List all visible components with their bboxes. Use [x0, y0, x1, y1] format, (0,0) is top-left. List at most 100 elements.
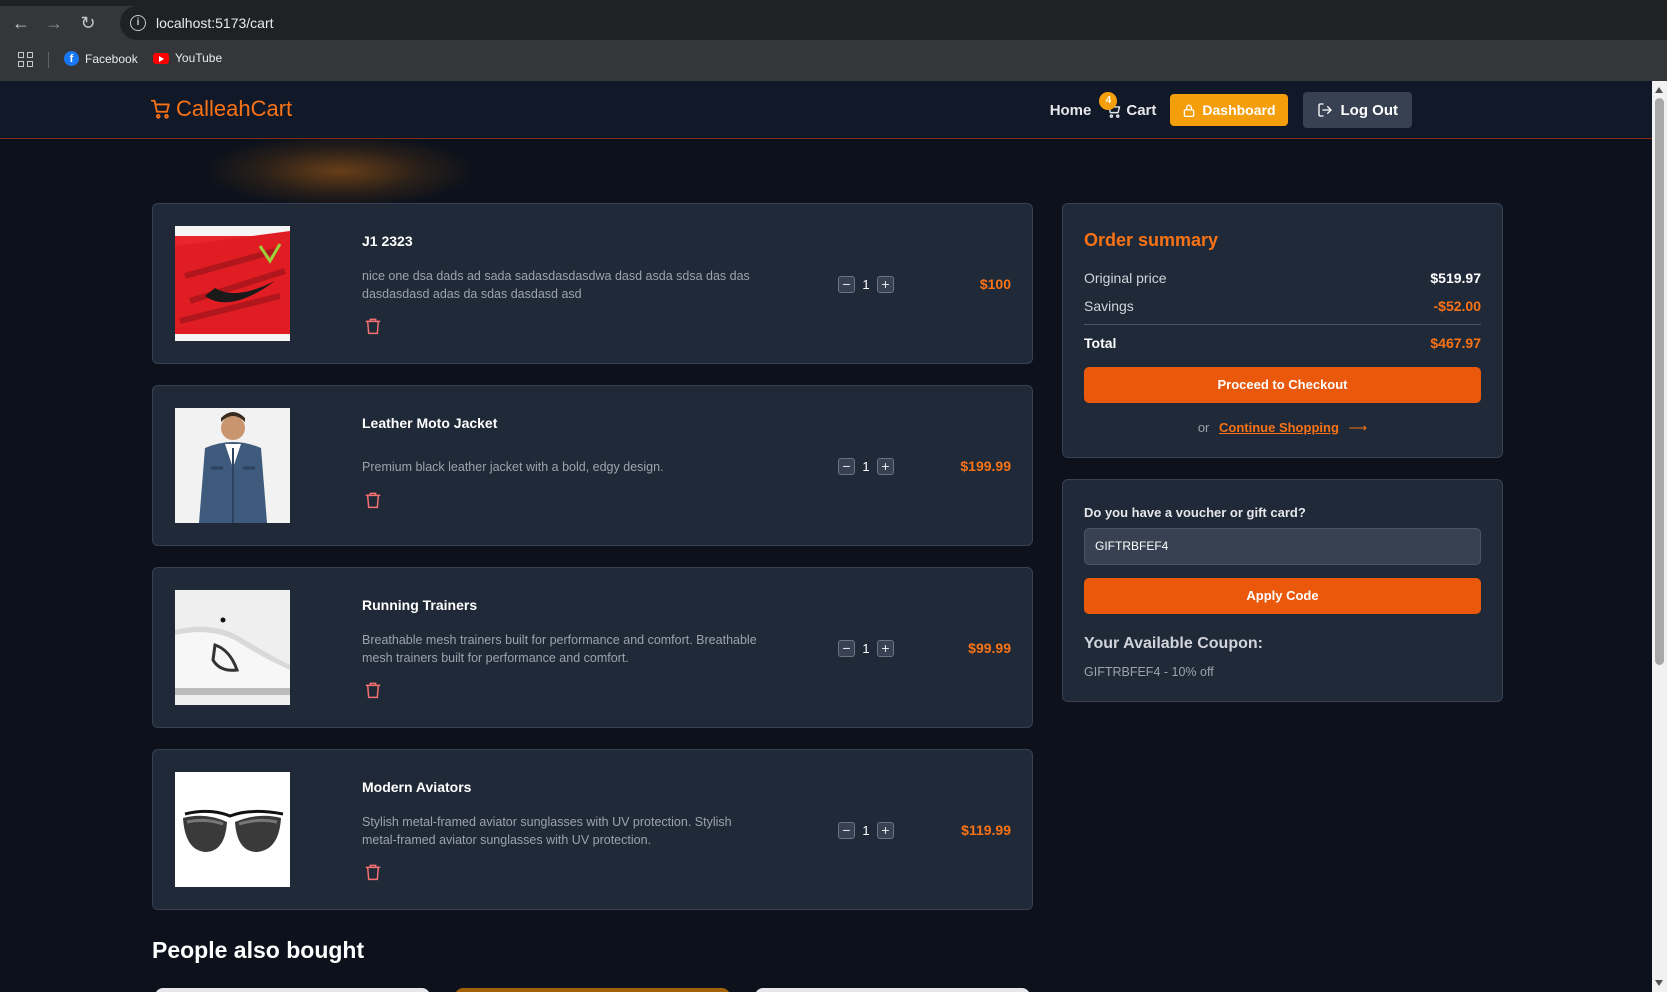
browser-chrome: ← → ↻ i localhost:5173/cart f Facebook Y…: [0, 0, 1667, 81]
bookmark-facebook-label: Facebook: [85, 51, 138, 66]
bookmark-youtube-label: YouTube: [175, 51, 223, 65]
increase-quantity-button[interactable]: +: [877, 822, 894, 839]
scrollbar-thumb[interactable]: [1655, 98, 1664, 665]
site-info-icon[interactable]: i: [130, 15, 146, 31]
item-price: $100: [979, 276, 1011, 292]
increase-quantity-button[interactable]: +: [877, 458, 894, 475]
item-price: $119.99: [961, 822, 1011, 838]
youtube-icon: [153, 52, 169, 64]
item-name[interactable]: J1 2323: [362, 233, 413, 249]
aviator-sunglasses-image[interactable]: [175, 772, 290, 887]
summary-divider: [1084, 324, 1481, 325]
total-row: Total $467.97: [1084, 335, 1481, 351]
increase-quantity-button[interactable]: +: [877, 640, 894, 657]
cart-logo-icon: [150, 99, 170, 119]
main-nav: Home 4 Cart Dashboard Log Out: [1050, 91, 1412, 128]
background-glow: [210, 136, 470, 206]
brand-name: CalleahCart: [176, 96, 293, 121]
quantity-value: 1: [862, 641, 870, 656]
cart-item: Modern Aviators Stylish metal-framed avi…: [152, 749, 1033, 910]
checkout-button[interactable]: Proceed to Checkout: [1084, 367, 1481, 403]
decrease-quantity-button[interactable]: −: [838, 640, 855, 657]
recommendation-card[interactable]: [155, 988, 430, 992]
denim-jacket-model-image[interactable]: [175, 408, 290, 523]
cart-count-badge: 4: [1099, 91, 1118, 110]
continue-shopping-link[interactable]: Continue Shopping: [1219, 420, 1339, 435]
total-value: $467.97: [1430, 335, 1481, 351]
item-description: Breathable mesh trainers built for perfo…: [362, 633, 757, 665]
item-name[interactable]: Running Trainers: [362, 597, 477, 613]
scroll-up-icon[interactable]: [1655, 87, 1663, 93]
item-name[interactable]: Leather Moto Jacket: [362, 415, 497, 431]
recommendation-card[interactable]: [455, 988, 730, 992]
white-trainer-image[interactable]: [175, 590, 290, 705]
arrow-right-icon: ⟶: [1348, 420, 1368, 435]
logout-button[interactable]: Log Out: [1302, 92, 1412, 128]
scroll-down-icon[interactable]: [1655, 980, 1663, 986]
logout-label: Log Out: [1340, 101, 1398, 119]
app-viewport: CalleahCart Home 4 Cart Dashboard Log Ou…: [0, 81, 1652, 992]
quantity-stepper: − 1 +: [838, 822, 894, 839]
increase-quantity-button[interactable]: +: [877, 276, 894, 293]
item-description: Stylish metal-framed aviator sunglasses …: [362, 815, 732, 847]
item-price: $99.99: [968, 640, 1011, 656]
savings-label: Savings: [1084, 298, 1134, 314]
logout-icon: [1317, 103, 1332, 117]
quantity-stepper: − 1 +: [838, 458, 894, 475]
total-label: Total: [1084, 335, 1117, 351]
order-summary-title: Order summary: [1084, 230, 1219, 250]
recommendation-card[interactable]: [755, 988, 1030, 992]
order-summary: Order summary Original price $519.97 Sav…: [1062, 203, 1503, 458]
voucher-panel: Do you have a voucher or gift card? GIFT…: [1062, 479, 1503, 702]
item-name[interactable]: Modern Aviators: [362, 779, 471, 795]
or-text: or: [1197, 420, 1210, 435]
original-price-row: Original price $519.97: [1084, 270, 1481, 286]
quantity-stepper: − 1 +: [838, 640, 894, 657]
facebook-icon: f: [64, 51, 79, 66]
cart-item: Running Trainers Breathable mesh trainer…: [152, 567, 1033, 728]
item-description: nice one dsa dads ad sada sadasdasdasdwa…: [362, 269, 750, 301]
address-bar[interactable]: i localhost:5173/cart: [120, 6, 1667, 40]
back-icon[interactable]: ←: [10, 12, 32, 34]
trash-icon[interactable]: [365, 491, 381, 509]
savings-row: Savings -$52.00: [1084, 298, 1481, 314]
decrease-quantity-button[interactable]: −: [838, 276, 855, 293]
nav-cart-label: Cart: [1126, 101, 1157, 119]
available-coupon-text: GIFTRBFEF4 - 10% off: [1084, 665, 1214, 679]
brand-logo[interactable]: CalleahCart: [150, 96, 292, 122]
people-also-bought-title: People also bought: [152, 937, 365, 963]
original-price-label: Original price: [1084, 270, 1167, 286]
site-header: CalleahCart Home 4 Cart Dashboard Log Ou…: [0, 81, 1652, 139]
trash-icon[interactable]: [365, 317, 381, 335]
original-price-value: $519.97: [1430, 270, 1481, 286]
red-sneaker-image[interactable]: [175, 226, 290, 341]
quantity-value: 1: [862, 823, 870, 838]
dashboard-button[interactable]: Dashboard: [1170, 94, 1288, 126]
voucher-input[interactable]: GIFTRBFEF4: [1084, 528, 1481, 565]
item-price: $199.99: [960, 458, 1011, 474]
page-scrollbar[interactable]: [1652, 81, 1667, 992]
item-description: Premium black leather jacket with a bold…: [362, 460, 664, 474]
quantity-stepper: − 1 +: [838, 276, 894, 293]
trash-icon[interactable]: [365, 863, 381, 881]
bookmarks-divider: [48, 52, 49, 68]
bookmark-facebook[interactable]: f Facebook: [64, 51, 138, 66]
savings-value: -$52.00: [1433, 298, 1481, 314]
address-url: localhost:5173/cart: [156, 15, 274, 31]
apply-code-button[interactable]: Apply Code: [1084, 578, 1481, 614]
voucher-label: Do you have a voucher or gift card?: [1084, 505, 1306, 520]
cart-item: J1 2323 nice one dsa dads ad sada sadasd…: [152, 203, 1033, 364]
available-coupon-title: Your Available Coupon:: [1084, 635, 1263, 652]
apps-grid-icon[interactable]: [18, 52, 33, 67]
nav-home-link[interactable]: Home: [1050, 102, 1092, 119]
lock-icon: [1184, 104, 1195, 117]
cart-item: Leather Moto Jacket Premium black leathe…: [152, 385, 1033, 546]
trash-icon[interactable]: [365, 681, 381, 699]
nav-cart-link[interactable]: 4 Cart: [1099, 91, 1157, 119]
bookmarks-bar: f Facebook YouTube: [0, 45, 1667, 75]
reload-icon[interactable]: ↻: [77, 12, 99, 34]
forward-icon[interactable]: →: [43, 12, 65, 34]
bookmark-youtube[interactable]: YouTube: [153, 51, 222, 65]
decrease-quantity-button[interactable]: −: [838, 458, 855, 475]
decrease-quantity-button[interactable]: −: [838, 822, 855, 839]
